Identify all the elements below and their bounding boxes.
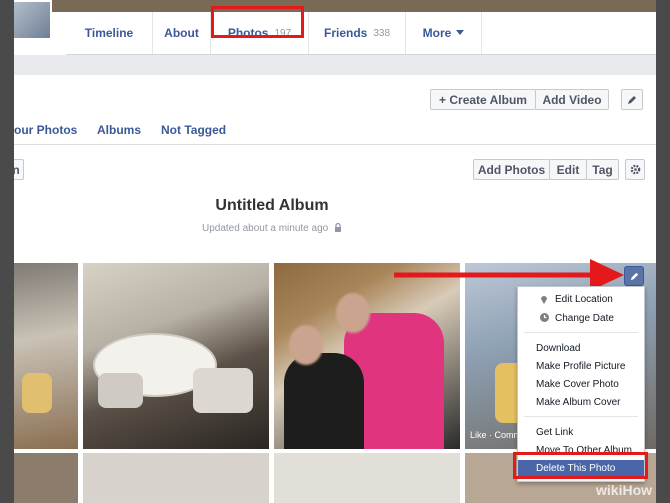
facebook-page: Timeline About Photos 197 Friends 338 More…	[14, 0, 656, 503]
add-video-button[interactable]: Add Video	[535, 89, 609, 110]
create-album-button[interactable]: + Create Album	[430, 89, 536, 110]
menu-item-change-date[interactable]: Change Date	[518, 310, 644, 326]
photo-thumbnail[interactable]	[83, 453, 269, 503]
photo-thumbnail[interactable]	[14, 263, 78, 449]
location-pin-icon	[541, 296, 547, 304]
photos-tab-highlight	[211, 6, 304, 38]
tag-button[interactable]: Tag	[586, 159, 619, 180]
tab-more[interactable]: More	[406, 12, 482, 54]
edit-pencil-button[interactable]	[621, 89, 643, 110]
wikihow-watermark: wikiHow	[596, 482, 653, 498]
caret-down-icon	[456, 30, 465, 35]
subnav-not-tagged[interactable]: Not Tagged	[161, 123, 226, 137]
black-shirt-shape	[284, 353, 364, 449]
menu-item-make-cover-photo[interactable]: Make Cover Photo	[518, 376, 644, 392]
album-title: Untitled Album	[215, 197, 329, 214]
menu-divider	[524, 416, 638, 417]
edit-album-button[interactable]: Edit	[549, 159, 587, 180]
menu-item-get-link[interactable]: Get Link	[518, 424, 644, 440]
photo-thumbnail[interactable]	[14, 453, 78, 503]
subnav-your-photos[interactable]: our Photos	[14, 123, 77, 137]
pencil-icon	[628, 95, 636, 104]
clock-icon	[540, 313, 549, 322]
lock-icon	[335, 222, 341, 232]
pencil-icon	[630, 272, 638, 280]
photo-thumbnail[interactable]	[83, 263, 269, 449]
menu-item-make-profile-picture[interactable]: Make Profile Picture	[518, 358, 644, 374]
tab-friends[interactable]: Friends 338	[309, 12, 406, 54]
divider	[14, 144, 656, 145]
subnav-albums[interactable]: Albums	[97, 123, 141, 137]
tab-about[interactable]: About	[153, 12, 211, 54]
blurred-face	[289, 325, 323, 365]
like-comment-links[interactable]: Like · Comm	[470, 430, 521, 440]
menu-divider	[524, 332, 638, 333]
menu-item-make-album-cover[interactable]: Make Album Cover	[518, 394, 644, 410]
delete-highlight-box	[513, 452, 648, 479]
cup-shape	[98, 373, 143, 408]
menu-item-download[interactable]: Download	[518, 340, 644, 356]
add-photos-button[interactable]: Add Photos	[473, 159, 550, 180]
photo-options-button[interactable]	[624, 266, 644, 286]
friends-count: 338	[373, 27, 391, 39]
glass-shape	[22, 373, 52, 413]
header-divider-bar	[14, 55, 656, 75]
tab-timeline[interactable]: Timeline	[66, 12, 153, 54]
album-updated-text: Updated about a minute ago	[14, 222, 530, 234]
settings-button[interactable]	[625, 159, 645, 180]
menu-item-edit-location[interactable]: Edit Location	[518, 291, 644, 307]
blurred-face	[336, 293, 370, 333]
back-to-albums-button[interactable]: n	[14, 159, 24, 180]
cup-shape	[193, 368, 253, 413]
profile-nav: Timeline About Photos 197 Friends 338 More	[66, 12, 656, 55]
profile-picture-thumbnail[interactable]	[14, 0, 52, 40]
gear-icon	[630, 164, 640, 175]
photo-thumbnail[interactable]	[274, 453, 460, 503]
cover-photo-strip	[14, 0, 656, 12]
